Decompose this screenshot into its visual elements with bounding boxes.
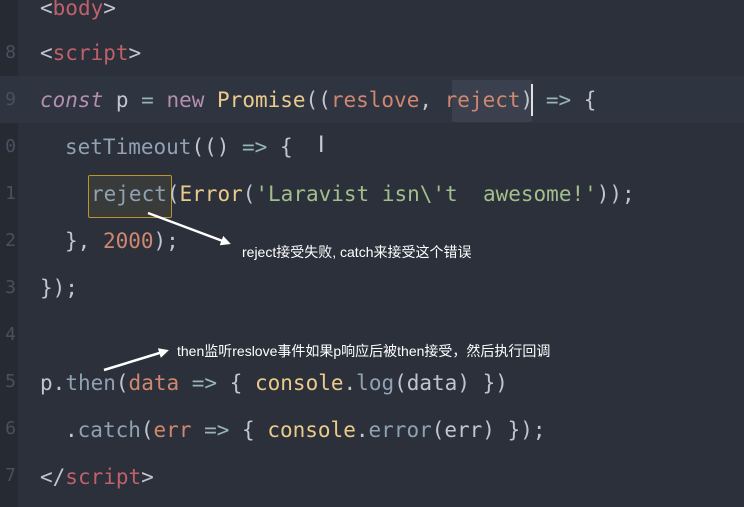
- then-arrow-icon: [103, 348, 169, 372]
- then-annotation-text: then监听reslove事件如果p响应后被then接受，然后执行回调: [177, 343, 551, 359]
- reject-annotation-text: reject接受失败, catch来接受这个错误: [242, 244, 472, 260]
- reject-arrow-icon: [147, 211, 231, 246]
